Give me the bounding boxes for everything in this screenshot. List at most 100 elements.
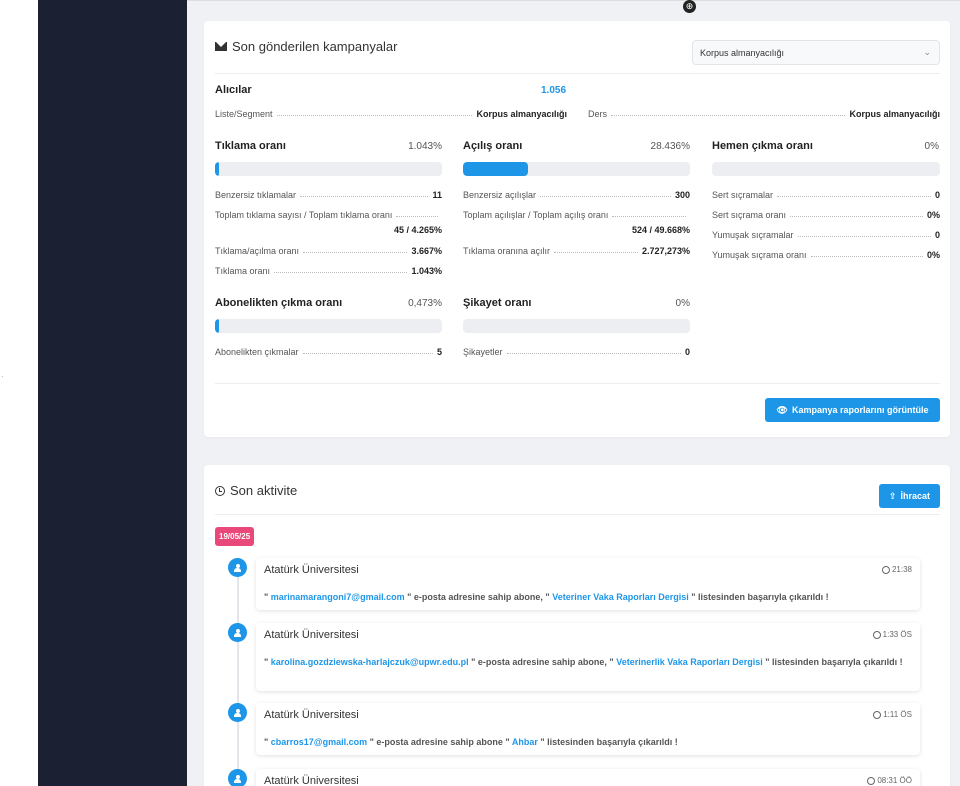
stat-row: Toplam açılışlar / Toplam açılış oranı <box>463 208 690 220</box>
click-rate-label: Tıklama oranı <box>215 140 286 152</box>
stat-value: 5 <box>436 347 442 357</box>
stat-label: Benzersiz tıklamalar <box>215 190 297 200</box>
date-badge: 19/05/25 <box>215 527 255 546</box>
message-text: " listesinden başarıyla çıkarıldı ! <box>762 657 903 667</box>
stat-label: Tıklama/açılma oranı <box>215 246 300 256</box>
activity-source: Atatürk Üniversitesi <box>264 709 359 721</box>
message-text: " e-posta adresine sahip abone, " <box>468 657 617 667</box>
bounce-rate-value: 0% <box>924 141 939 152</box>
clock-icon <box>215 485 225 496</box>
stat-label: Tıklama oranı <box>215 266 271 276</box>
bounce-rate-label: Hemen çıkma oranı <box>712 140 813 152</box>
export-label: İhracat <box>900 491 931 501</box>
stat-row: Tıklama/açılma oranı 3.667% <box>215 244 442 256</box>
activity-time-text: 21:38 <box>891 565 912 574</box>
subscriber-email-link[interactable]: karolina.gozdziewska-harlajczuk@upwr.edu… <box>271 657 469 667</box>
stat-label: Benzersiz açılışlar <box>463 190 537 200</box>
open-rate-bar <box>463 162 690 176</box>
list-name-link[interactable]: Ahbar <box>512 737 538 747</box>
subscriber-email-link[interactable]: cbarros17@gmail.com <box>271 737 367 747</box>
list-segment-value: Korpus almanyacılığı <box>476 109 567 119</box>
stat-row: Benzersiz tıklamalar 11 <box>215 188 442 200</box>
chevron-down-icon: ⌄ <box>923 47 931 57</box>
envelope-icon <box>215 42 227 51</box>
export-button[interactable]: ⇪ İhracat <box>879 484 940 508</box>
campaign-select[interactable]: Korpus almanyacılığı ⌄ <box>692 40 940 65</box>
subscriber-email-link[interactable]: marinamarangoni7@gmail.com <box>271 592 405 602</box>
quote-text: " <box>264 737 271 747</box>
stat-value: 524 / 49.668% <box>631 225 690 235</box>
list-segment-row: Liste/Segment Korpus almanyacılığı <box>215 107 567 119</box>
complaint-rate-label: Şikayet oranı <box>463 297 532 309</box>
activity-source: Atatürk Üniversitesi <box>264 775 359 786</box>
unsub-rate-bar-fill <box>215 319 219 333</box>
stat-row: Tıklama oranına açılır 2.727,273% <box>463 244 690 256</box>
activity-source: Atatürk Üniversitesi <box>264 564 359 576</box>
activity-card-title: Son aktivite <box>230 483 298 498</box>
activity-time: 21:38 <box>881 565 912 574</box>
message-text: " listesinden başarıyla çıkarıldı ! <box>537 737 678 747</box>
activity-message: " marinamarangoni7@gmail.com " e-posta a… <box>264 590 912 604</box>
user-icon <box>228 769 247 786</box>
stat-value: 0% <box>926 250 940 260</box>
activity-time-text: 08:31 ÖÖ <box>877 776 912 785</box>
clock-icon <box>873 710 882 719</box>
activity-item: Atatürk Üniversitesi 21:38 " marinamaran… <box>256 558 920 610</box>
subject-label: Ders <box>588 109 608 119</box>
stat-row: Yumuşak sıçrama oranı 0% <box>712 248 940 260</box>
stat-label: Yumuşak sıçrama oranı <box>712 250 807 260</box>
campaign-card-title: Son gönderilen kampanyalar <box>232 39 398 54</box>
quote-text: " <box>264 657 271 667</box>
quote-text: " <box>264 592 271 602</box>
stat-value: 45 / 4.265% <box>393 225 442 235</box>
top-divider <box>187 0 960 1</box>
gutter-mark: · <box>1 372 4 381</box>
click-rate-value: 1.043% <box>408 141 442 152</box>
stat-value: 300 <box>674 190 690 200</box>
stat-label: Yumuşak sıçramalar <box>712 230 794 240</box>
message-text: " listesinden başarıyla çıkarıldı ! <box>688 592 829 602</box>
recipients-value: 1.056 <box>541 85 567 96</box>
activity-card-header: Son aktivite <box>215 483 297 498</box>
clock-icon <box>867 776 876 785</box>
bounce-rate-bar <box>712 162 940 176</box>
message-text: " e-posta adresine sahip abone, " <box>404 592 553 602</box>
activity-item: Atatürk Üniversitesi 08:31 ÖÖ <box>256 769 920 786</box>
scroll-handle-icon[interactable]: ⊕ <box>683 0 696 13</box>
list-name-link[interactable]: Veterinerlik Vaka Raporları Dergisi <box>616 657 763 667</box>
sidebar <box>38 0 187 786</box>
stat-label: Abonelikten çıkmalar <box>215 347 299 357</box>
stat-value: 0 <box>934 190 940 200</box>
view-campaign-reports-label: Kampanya raporlarını görüntüle <box>791 405 929 415</box>
header-divider <box>215 73 940 74</box>
campaign-select-value: Korpus almanyacılığı <box>700 48 785 58</box>
recent-activity-card: Son aktivite ⇪ İhracat 19/05/25 Atatürk … <box>204 465 950 786</box>
footer-divider <box>215 383 940 384</box>
user-icon <box>228 623 247 642</box>
activity-item: Atatürk Üniversitesi 1:11 ÖS " cbarros17… <box>256 703 920 755</box>
recipients-label: Alıcılar <box>215 84 252 96</box>
recent-campaigns-card: Son gönderilen kampanyalar Korpus almany… <box>204 21 950 437</box>
stat-value: 0% <box>926 210 940 220</box>
list-name-link[interactable]: Veteriner Vaka Raporları Dergisi <box>552 592 689 602</box>
stat-value: 11 <box>432 190 442 200</box>
stat-row: Toplam tıklama sayısı / Toplam tıklama o… <box>215 208 442 220</box>
list-segment-label: Liste/Segment <box>215 109 273 119</box>
left-gutter: · <box>0 0 38 786</box>
view-campaign-reports-button[interactable]: 👁 Kampanya raporlarını görüntüle <box>765 398 940 422</box>
stat-label: Şikayetler <box>463 347 503 357</box>
stat-value: 3.667% <box>411 246 442 256</box>
subject-row: Ders Korpus almanyacılığı <box>588 107 940 119</box>
stat-row: Yumuşak sıçramalar 0 <box>712 228 940 240</box>
activity-time: 08:31 ÖÖ <box>867 776 912 785</box>
stat-row: Sert sıçrama oranı 0% <box>712 208 940 220</box>
stat-value: 0 <box>934 230 940 240</box>
stat-label: Sert sıçrama oranı <box>712 210 787 220</box>
stat-label: Toplam açılışlar / Toplam açılış oranı <box>463 210 609 220</box>
message-text: " e-posta adresine sahip abone " <box>367 737 512 747</box>
stat-label: Tıklama oranına açılır <box>463 246 551 256</box>
activity-time-text: 1:33 ÖS <box>882 630 912 639</box>
stat-row: Sert sıçramalar 0 <box>712 188 940 200</box>
activity-message: " cbarros17@gmail.com " e-posta adresine… <box>264 735 912 749</box>
timeline-line <box>237 560 239 786</box>
